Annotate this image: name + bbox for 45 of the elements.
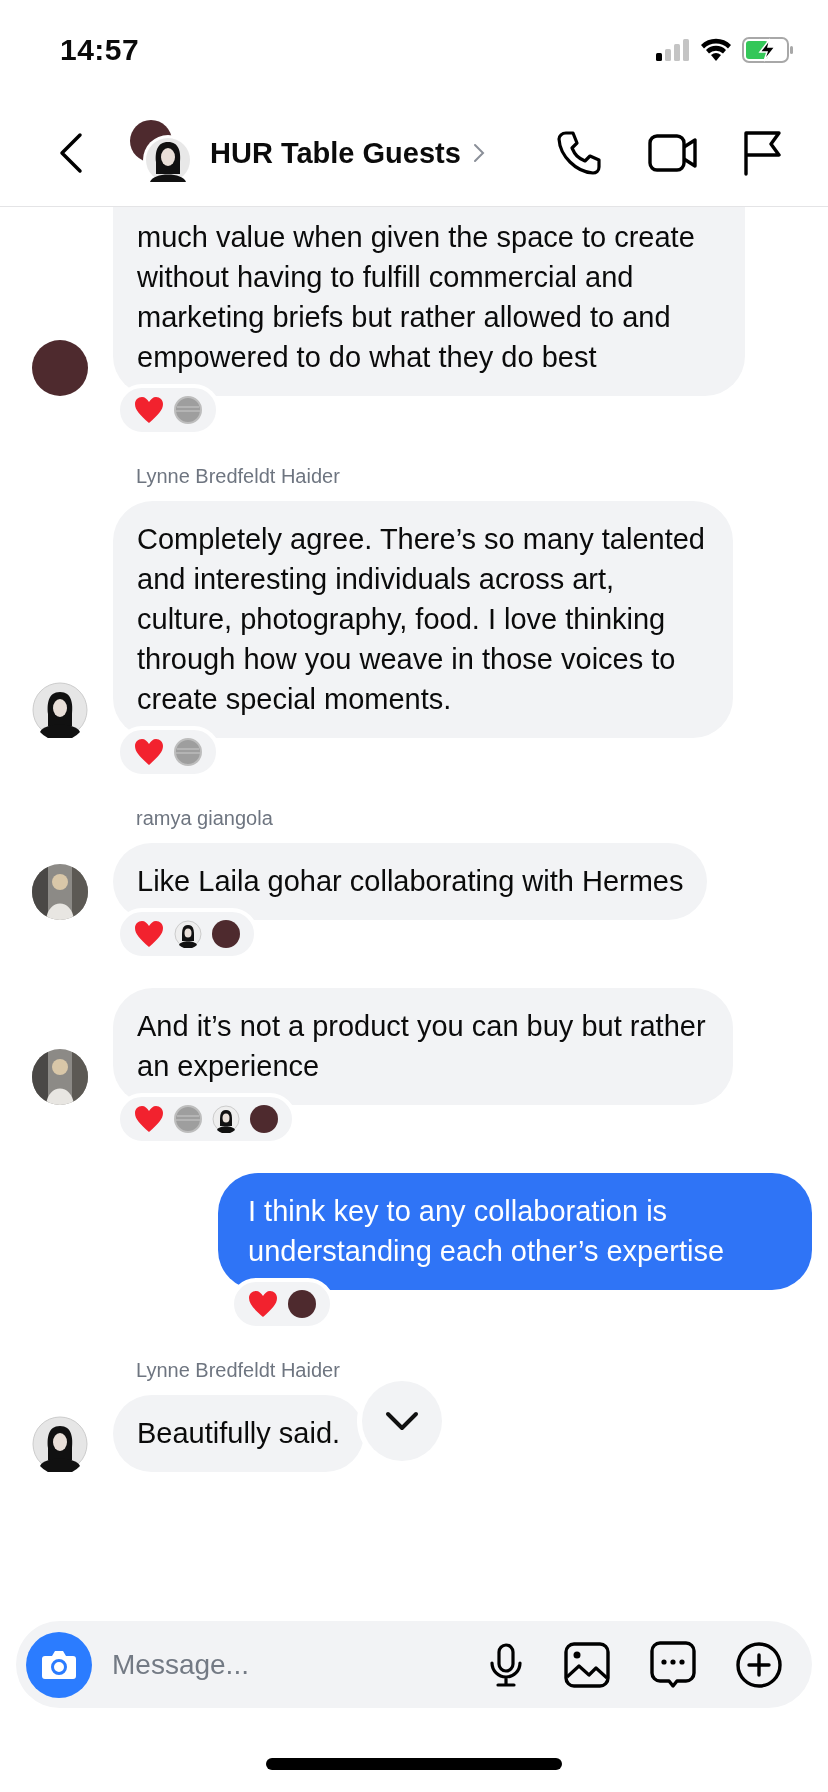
- sender-name: Lynne Bredfeldt Haider: [135, 464, 341, 488]
- received-message: much value when given the space to create without having to fulfill commercial and marketing briefs but rather allowed to and empowered to do what they do best: [113, 207, 745, 396]
- video-call-icon[interactable]: [648, 133, 698, 173]
- heart-icon: [134, 738, 164, 766]
- avatar: [32, 864, 88, 920]
- reactor-avatar: [174, 1105, 202, 1133]
- wifi-icon: [700, 38, 732, 62]
- chevron-icon: [472, 143, 485, 163]
- reactor-avatar: [174, 738, 202, 766]
- flag-icon[interactable]: [742, 130, 782, 176]
- received-message: Like Laila gohar collaborating with Hermes: [113, 843, 708, 920]
- chat-dots-icon[interactable]: [650, 1640, 696, 1689]
- avatar: [32, 340, 88, 396]
- microphone-icon[interactable]: [488, 1642, 524, 1687]
- sent-message: I think key to any collaboration is understanding each other’s expertise: [218, 1173, 812, 1290]
- sender-name: ramya giangola: [135, 806, 274, 830]
- received-message: And it’s not a product you can buy but rather an experience: [113, 988, 733, 1105]
- phone-icon[interactable]: [556, 130, 602, 176]
- image-icon[interactable]: [564, 1641, 610, 1688]
- reactor-avatar: [288, 1290, 316, 1318]
- reactor-avatar: [212, 1105, 240, 1133]
- heart-icon: [134, 1105, 164, 1133]
- heart-icon: [134, 396, 164, 424]
- avatar: [32, 1049, 88, 1105]
- sender-name: Lynne Bredfeldt Haider: [135, 1358, 341, 1382]
- chevron-down-icon: [385, 1411, 420, 1431]
- camera-button[interactable]: [26, 1631, 92, 1698]
- message-input[interactable]: Message...: [110, 1647, 488, 1682]
- avatar: [32, 1416, 88, 1472]
- camera-icon: [41, 1649, 77, 1680]
- reactor-avatar: [212, 920, 240, 948]
- reactor-avatar: [174, 920, 202, 948]
- heart-icon: [134, 920, 164, 948]
- battery-icon: [742, 37, 794, 63]
- add-icon[interactable]: [736, 1641, 782, 1688]
- avatar: [32, 682, 88, 738]
- received-message: Beautifully said.: [113, 1395, 365, 1472]
- status-time: 14:57: [60, 33, 140, 67]
- heart-icon: [248, 1290, 278, 1318]
- back-button[interactable]: [58, 132, 84, 174]
- received-message: Completely agree. There’s so many talented and interesting individuals across art, culture, photography, food. I love thinking through how you weave in those voices to create special moments.: [113, 501, 733, 738]
- chat-title[interactable]: HUR Table Guests: [210, 136, 461, 170]
- reactor-avatar: [174, 396, 202, 424]
- reactor-avatar: [250, 1105, 278, 1133]
- signal-icon: [656, 39, 690, 61]
